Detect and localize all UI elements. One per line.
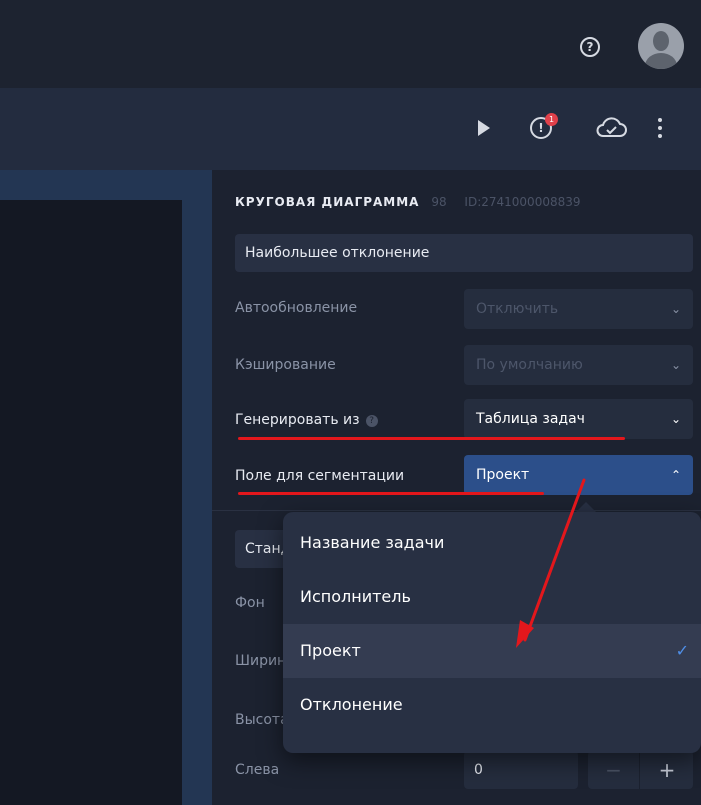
- dropdown-option-task-name[interactable]: Название задачи: [283, 516, 701, 570]
- autoupdate-value: Отключить: [476, 301, 559, 317]
- annotation-underline: [238, 437, 625, 440]
- dropdown-option-assignee[interactable]: Исполнитель: [283, 570, 701, 624]
- avatar-body-shape: [645, 53, 677, 69]
- caching-value: По умолчанию: [476, 357, 583, 373]
- autoupdate-select[interactable]: Отключить ⌄: [464, 289, 693, 329]
- help-icon[interactable]: ?: [580, 37, 600, 57]
- chart-name-field[interactable]: Наибольшее отклонение: [235, 234, 693, 272]
- check-icon: ✓: [675, 641, 689, 660]
- panel-header: КРУГОВАЯ ДИАГРАММА 98 ID:2741000008839: [235, 195, 581, 209]
- decrement-button[interactable]: −: [588, 751, 640, 789]
- panel-title: КРУГОВАЯ ДИАГРАММА: [235, 195, 420, 209]
- background-label: Фон: [235, 595, 265, 611]
- left-label: Слева: [235, 762, 280, 778]
- top-bar: ?: [0, 0, 701, 88]
- autoupdate-label: Автообновление: [235, 300, 358, 316]
- chevron-down-icon: ⌄: [670, 302, 681, 316]
- chevron-down-icon: ⌄: [670, 358, 681, 372]
- caching-select[interactable]: По умолчанию ⌄: [464, 345, 693, 385]
- segmentation-field-label: Поле для сегментации: [235, 468, 405, 484]
- generate-from-value: Таблица задач: [476, 411, 585, 427]
- cloud-check-icon[interactable]: [594, 116, 628, 140]
- segmentation-dropdown-menu: Название задачи Исполнитель Проект ✓ Отк…: [283, 512, 701, 753]
- section-divider: [212, 510, 701, 511]
- height-label: Высота: [235, 712, 289, 728]
- more-vertical-icon[interactable]: [658, 118, 662, 138]
- segmentation-field-value: Проект: [476, 467, 530, 483]
- avatar-head-shape: [653, 31, 669, 51]
- canvas-area: [0, 170, 212, 805]
- segmentation-field-select[interactable]: Проект ⌃: [464, 455, 693, 495]
- dropdown-pointer: [576, 502, 596, 512]
- left-offset-stepper: − +: [588, 751, 693, 789]
- generate-from-select[interactable]: Таблица задач ⌄: [464, 399, 693, 439]
- caching-label: Кэширование: [235, 357, 336, 373]
- play-icon[interactable]: [478, 120, 490, 136]
- annotation-underline: [238, 492, 544, 495]
- dropdown-option-project[interactable]: Проект ✓: [283, 624, 701, 678]
- user-avatar[interactable]: [638, 23, 684, 69]
- canvas-inner: [0, 200, 182, 805]
- generate-from-label: Генерировать из?: [235, 412, 378, 428]
- dropdown-option-deviation[interactable]: Отклонение: [283, 678, 701, 732]
- increment-button[interactable]: +: [641, 751, 693, 789]
- panel-id: ID:2741000008839: [464, 195, 581, 209]
- generate-from-label-text: Генерировать из: [235, 412, 360, 428]
- chevron-up-icon: ⌃: [670, 468, 681, 482]
- chevron-down-icon: ⌄: [670, 412, 681, 426]
- dropdown-option-project-label: Проект: [300, 641, 361, 660]
- alert-count-badge: 1: [545, 113, 558, 126]
- left-offset-input[interactable]: 0: [464, 751, 578, 789]
- editor-toolbar: ! 1: [0, 88, 701, 170]
- panel-count: 98: [431, 195, 447, 209]
- help-icon[interactable]: ?: [365, 415, 378, 427]
